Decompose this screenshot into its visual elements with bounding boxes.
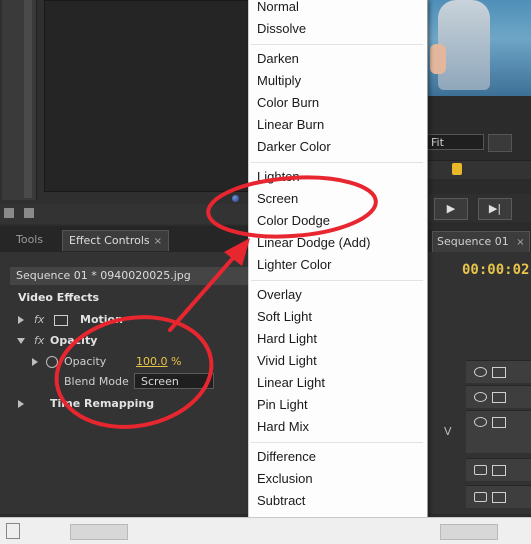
menu-item-hard-light[interactable]: Hard Light: [257, 328, 317, 350]
menu-item-overlay[interactable]: Overlay: [257, 284, 302, 306]
taskbar-item[interactable]: [440, 524, 498, 540]
opacity-value-field[interactable]: 100.0 %: [136, 352, 181, 372]
eye-icon[interactable]: [474, 367, 487, 377]
motion-effect-row[interactable]: fx Motion: [0, 310, 248, 330]
time-remapping-label: Time Remapping: [50, 397, 155, 410]
menu-item-darker-color[interactable]: Darker Color: [257, 136, 331, 158]
expand-triangle-icon[interactable]: [18, 316, 24, 324]
expand-triangle-icon[interactable]: [32, 358, 38, 366]
menu-item-normal[interactable]: Normal: [257, 0, 299, 18]
audio-track-header[interactable]: [466, 458, 531, 481]
menu-separator: [251, 442, 423, 443]
zoom-fit-label: Fit: [431, 136, 444, 149]
menu-separator: [251, 162, 423, 163]
close-icon[interactable]: ×: [516, 237, 524, 248]
menu-item-hard-mix[interactable]: Hard Mix: [257, 416, 309, 438]
transport-bar: ▶ ▶|: [426, 194, 531, 222]
source-panel: [0, 0, 250, 225]
motion-label: Motion: [80, 313, 123, 326]
menu-item-lighter-color[interactable]: Lighter Color: [257, 254, 331, 276]
trash-icon[interactable]: [24, 208, 34, 218]
blend-mode-label: Blend Mode: [64, 375, 129, 388]
video-track-header[interactable]: [466, 360, 531, 383]
monitor-time-ruler[interactable]: [426, 160, 531, 179]
opacity-param-label: Opacity: [64, 355, 107, 368]
menu-item-multiply[interactable]: Multiply: [257, 70, 301, 92]
timeline-timecode[interactable]: 00:00:02:1: [462, 262, 531, 278]
video-track-header[interactable]: [466, 385, 531, 408]
menu-item-exclusion[interactable]: Exclusion: [257, 468, 313, 490]
menu-item-difference[interactable]: Difference: [257, 446, 316, 468]
menu-item-soft-light[interactable]: Soft Light: [257, 306, 312, 328]
menu-item-dissolve[interactable]: Dissolve: [257, 18, 306, 40]
film-icon: [492, 492, 506, 503]
trash-icon[interactable]: [6, 523, 20, 539]
video-effects-heading: Video Effects: [18, 291, 100, 304]
menu-item-pin-light[interactable]: Pin Light: [257, 394, 308, 416]
project-scrollbar[interactable]: [24, 0, 32, 198]
effect-controls-clip-header: Sequence 01 * 0940020025.jpg: [10, 267, 248, 285]
opacity-value[interactable]: 100.0: [136, 355, 168, 368]
tab-sequence-01[interactable]: Sequence 01 ×: [432, 231, 530, 252]
time-remapping-row[interactable]: Time Remapping: [0, 394, 248, 414]
menu-item-screen[interactable]: Screen: [257, 188, 298, 210]
panel-tab-bar: Tools Effect Controls ×: [0, 226, 248, 253]
motion-transform-icon: [54, 315, 68, 326]
zoom-fit-select[interactable]: Fit: [426, 134, 484, 150]
tab-effect-controls-label: Effect Controls: [69, 234, 150, 247]
eye-icon[interactable]: [474, 417, 487, 427]
menu-separator: [251, 280, 423, 281]
menu-item-lighten[interactable]: Lighten: [257, 166, 300, 188]
opacity-effect-row[interactable]: fx Opacity: [0, 331, 248, 351]
selected-radio-icon: [232, 195, 239, 202]
film-icon: [492, 392, 506, 403]
speaker-icon[interactable]: [474, 492, 487, 502]
menu-item-color-dodge[interactable]: Color Dodge: [257, 210, 330, 232]
source-preview: [44, 0, 250, 192]
project-toolbar: [0, 204, 248, 224]
blend-mode-select[interactable]: Screen: [134, 373, 214, 389]
collapse-triangle-icon[interactable]: [17, 338, 25, 344]
tab-tools-label: Tools: [16, 233, 44, 246]
opacity-param-row: Opacity 100.0 %: [0, 352, 248, 372]
menu-item-darken[interactable]: Darken: [257, 48, 299, 70]
blend-mode-menu: Normal Dissolve Darken Multiply Color Burn Li…: [248, 0, 428, 517]
tab-tools[interactable]: Tools: [10, 230, 49, 250]
video-track-header[interactable]: [466, 410, 531, 453]
menu-item-linear-dodge-add[interactable]: Linear Dodge (Add): [257, 232, 370, 254]
video-frame-figure: [438, 0, 490, 90]
speaker-icon[interactable]: [474, 465, 487, 475]
tab-sequence-label: Sequence 01: [437, 235, 509, 248]
fx-toggle-icon[interactable]: fx: [34, 310, 44, 330]
menu-item-linear-light[interactable]: Linear Light: [257, 372, 325, 394]
menu-item-linear-burn[interactable]: Linear Burn: [257, 114, 324, 136]
menu-item-color-burn[interactable]: Color Burn: [257, 92, 319, 114]
menu-separator: [251, 44, 423, 45]
fx-toggle-icon[interactable]: fx: [34, 331, 44, 351]
menu-item-vivid-light[interactable]: Vivid Light: [257, 350, 317, 372]
close-icon[interactable]: ×: [154, 236, 162, 247]
taskbar-item[interactable]: [70, 524, 128, 540]
program-monitor-video: [426, 0, 531, 96]
opacity-section-label: Opacity: [50, 334, 98, 347]
audio-track-header[interactable]: [466, 485, 531, 508]
tab-effect-controls[interactable]: Effect Controls ×: [62, 230, 170, 251]
play-button[interactable]: ▶: [434, 198, 468, 220]
film-icon: [492, 417, 506, 428]
film-icon: [492, 367, 506, 378]
settings-button[interactable]: [488, 134, 512, 152]
track-label: V: [444, 425, 452, 438]
stopwatch-icon[interactable]: [46, 356, 58, 368]
menu-item-subtract[interactable]: Subtract: [257, 490, 305, 512]
taskbar-strip: [0, 517, 531, 544]
expand-triangle-icon[interactable]: [18, 400, 24, 408]
eye-icon[interactable]: [474, 392, 487, 402]
film-icon: [492, 465, 506, 476]
step-forward-button[interactable]: ▶|: [478, 198, 512, 220]
new-item-icon[interactable]: [4, 208, 14, 218]
playhead-icon[interactable]: [452, 163, 462, 175]
opacity-unit: %: [171, 355, 182, 368]
video-frame-detail: [430, 44, 446, 74]
